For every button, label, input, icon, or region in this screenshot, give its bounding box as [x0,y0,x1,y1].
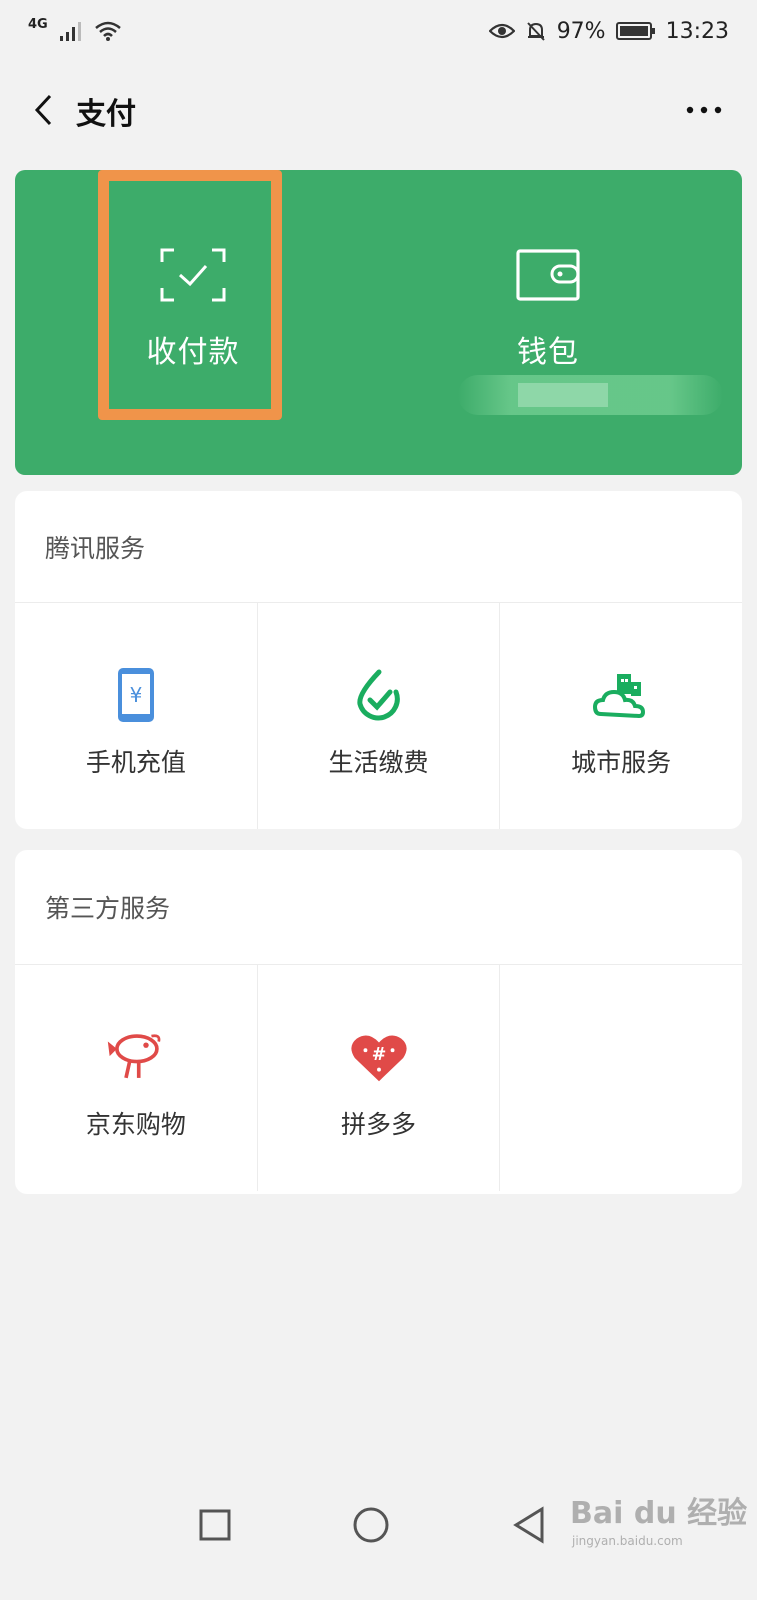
wallet-icon [516,249,580,301]
jd-shopping-label: 京东购物 [85,1110,186,1139]
payment-page: 4G 97% 13:23 支付 收付款 钱包 腾讯服务 ¥ 手机充值 生活缴费 … [0,0,757,1600]
svg-text:#: # [371,1045,386,1065]
recent-apps-button[interactable] [190,1500,240,1550]
city-service-label: 城市服务 [571,748,672,777]
signal-icon [59,22,81,41]
city-service-button[interactable]: 城市服务 [500,603,742,829]
mute-bell-icon [526,22,545,41]
chevron-left-icon [34,94,52,126]
clock-time: 13:23 [665,18,729,44]
wallet-button[interactable]: 钱包 [448,170,648,475]
back-button[interactable] [22,88,66,132]
phone-recharge-icon: ¥ [117,668,154,722]
pinduoduo-label: 拼多多 [341,1110,417,1139]
status-bar: 4G 97% 13:23 [0,0,757,62]
utility-payment-button[interactable]: 生活缴费 [258,603,501,829]
wifi-icon [94,21,121,41]
triangle-back-icon [513,1506,544,1544]
pay-card: 收付款 钱包 [15,170,742,475]
eye-icon [488,23,515,39]
header: 支付 [0,66,757,156]
utility-payment-icon [356,669,400,721]
jd-shopping-button[interactable]: 京东购物 [15,965,258,1191]
third-party-services-section: 第三方服务 京东购物 # 拼多多 [15,850,742,1194]
phone-recharge-label: 手机充值 [85,748,186,777]
wallet-label: 钱包 [517,335,579,370]
pinduoduo-icon: # [350,1035,407,1082]
section-title: 腾讯服务 [15,491,742,603]
back-nav-button[interactable] [504,1500,554,1550]
home-button[interactable] [346,1500,396,1550]
more-button[interactable] [679,88,729,132]
highlight-box [98,170,282,420]
watermark: Bai du 经验 jingyan.baidu.com [570,1488,750,1558]
empty-cell [500,965,742,1191]
svg-text:¥: ¥ [129,683,142,707]
watermark-sub: jingyan.baidu.com [572,1534,683,1548]
utility-payment-label: 生活缴费 [328,748,429,777]
blurred-balance [458,375,723,415]
battery-icon [615,22,655,40]
phone-recharge-button[interactable]: ¥ 手机充值 [15,603,258,829]
watermark-text: Bai du 经验 [570,1496,748,1531]
network-label: 4G [28,16,48,32]
tencent-services-section: 腾讯服务 ¥ 手机充值 生活缴费 城市服务 [15,491,742,829]
jd-icon [107,1034,161,1079]
battery-percent: 97% [556,18,606,44]
more-dots-icon [686,106,722,114]
page-title: 支付 [76,97,136,132]
square-icon [199,1509,231,1541]
city-service-icon [593,674,646,719]
pinduoduo-button[interactable]: # 拼多多 [258,965,501,1191]
section-title: 第三方服务 [15,850,742,965]
circle-icon [353,1507,389,1543]
